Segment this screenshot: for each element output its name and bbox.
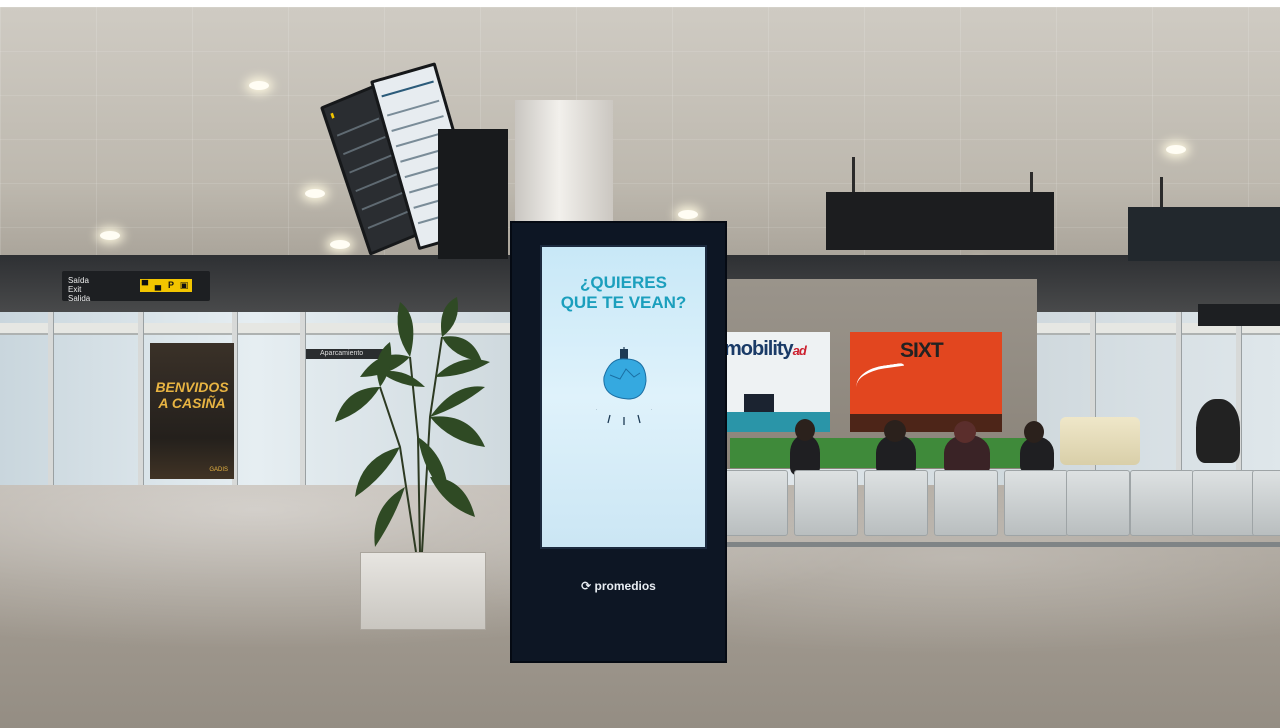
wrapped-luggage — [1060, 417, 1140, 465]
ad-headline: ¿QUIERES QUE TE VEAN? — [542, 273, 705, 313]
gadis-poster: BENVIDOS A CASIÑA GADIS — [150, 343, 234, 479]
mobility-logo: mobilityad — [724, 338, 807, 360]
exit-sign-line1: Saída — [68, 276, 89, 285]
seat — [1130, 470, 1194, 536]
taxi-icon: ▣ — [179, 279, 192, 292]
car-icon: ▄ — [153, 279, 166, 292]
seat — [1252, 470, 1280, 536]
ceiling-light — [100, 231, 120, 240]
mobility-desk: mobilityad — [722, 332, 830, 432]
ceiling-light — [1166, 145, 1186, 154]
sixt-logo: SIXT — [900, 339, 944, 362]
hanging-monitor — [826, 192, 1054, 250]
lightbulb-icon — [596, 347, 652, 425]
standing-person — [1196, 399, 1240, 463]
totem-screen: ¿QUIERES QUE TE VEAN? — [540, 245, 707, 549]
seat-beam — [722, 542, 1280, 547]
exit-sign-line3: Salida — [68, 294, 91, 303]
door-frame — [48, 312, 54, 490]
promedios-logo: ⟳ promedios — [581, 579, 656, 593]
transport-icons: ▀ ▄ P ▣ — [140, 279, 192, 292]
ad-headline-line1: ¿QUIERES — [580, 273, 667, 292]
digital-totem: ¿QUIERES QUE TE VEAN? ⟳ promedios — [510, 221, 727, 663]
parking-icon: P — [166, 279, 179, 292]
sixt-swoosh — [854, 362, 908, 399]
desk-monitor — [744, 394, 774, 412]
seat — [1004, 470, 1068, 536]
screen-header: ▮ — [329, 111, 336, 120]
exit-sign-text: Saída Exit Salida — [68, 276, 90, 303]
seat — [934, 470, 998, 536]
seat — [1192, 470, 1256, 536]
poster-text: BENVIDOS A CASIÑA — [154, 379, 230, 411]
screen-back — [438, 129, 508, 259]
hanging-monitor — [1128, 207, 1280, 261]
exit-sign-line2: Exit — [68, 285, 82, 294]
waiting-seats — [722, 462, 1280, 574]
seat — [1066, 470, 1130, 536]
person-head — [1024, 421, 1044, 443]
column — [515, 100, 613, 230]
ceiling-light — [305, 189, 325, 198]
planter — [360, 552, 486, 630]
person-head — [884, 420, 906, 442]
bus-icon: ▀ — [140, 279, 153, 292]
exit-sign-right — [1198, 304, 1280, 326]
door-frame — [300, 312, 306, 490]
ceiling-light — [249, 81, 269, 90]
seat — [794, 470, 858, 536]
hanging-rod — [1030, 172, 1033, 194]
airport-scene: Saída Exit Salida ▀ ▄ P ▣ BENVIDOS A CASIÑA… — [0, 7, 1280, 728]
seat — [724, 470, 788, 536]
person-head — [954, 421, 976, 443]
hanging-rod — [1160, 177, 1163, 209]
poster-line2: A CASIÑA — [158, 395, 226, 411]
exit-sign: Saída Exit Salida ▀ ▄ P ▣ — [62, 271, 210, 303]
ceiling-light — [678, 210, 698, 219]
ceiling-light — [330, 240, 350, 249]
sixt-counter — [850, 414, 1002, 432]
poster-line1: BENVIDOS — [155, 379, 229, 395]
potted-plant — [335, 297, 490, 553]
poster-logo: GADIS — [209, 467, 228, 473]
ad-headline-line2: QUE TE VEAN? — [560, 293, 687, 312]
door-frame — [138, 312, 144, 490]
seat — [864, 470, 928, 536]
hanging-rod — [852, 157, 855, 193]
person-head — [795, 419, 815, 441]
